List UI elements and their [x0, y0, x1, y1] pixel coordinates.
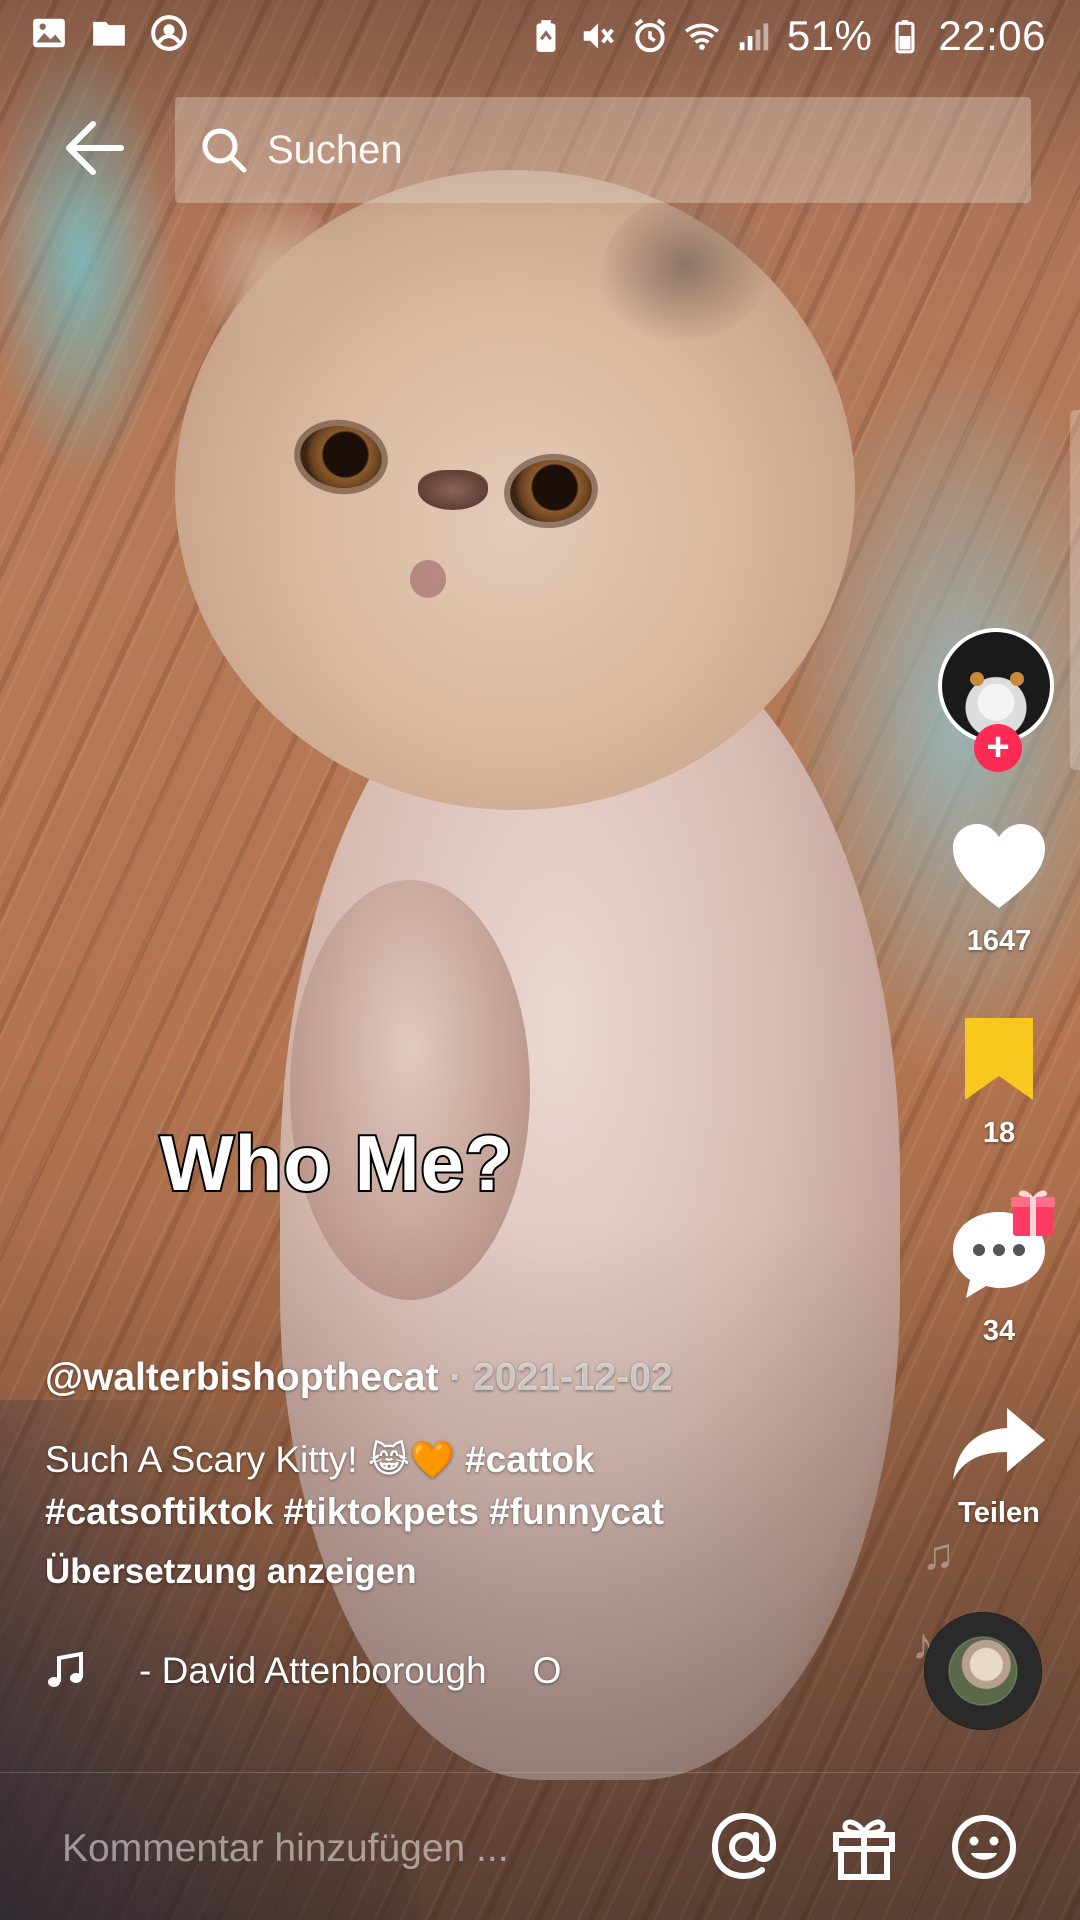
hashtag-link[interactable]: #catsoftiktok — [45, 1491, 273, 1532]
hashtag-link[interactable]: #cattok — [465, 1439, 595, 1480]
music-cover — [950, 1638, 1016, 1704]
share-label: Teilen — [958, 1497, 1040, 1529]
mute-icon — [583, 23, 614, 49]
battery-icon — [895, 20, 915, 54]
signal-icon — [739, 23, 769, 51]
share-icon — [953, 1408, 1045, 1480]
battery-saver-icon — [536, 20, 556, 52]
gift-icon — [1011, 1190, 1055, 1236]
search-icon — [202, 128, 247, 173]
music-note-icon: ♫ — [922, 1530, 955, 1579]
emoji-icon[interactable] — [948, 1811, 1020, 1883]
folder-icon — [93, 21, 125, 46]
arrow-left-icon — [66, 121, 124, 175]
description-emoji: 😹🧡 — [367, 1439, 455, 1480]
cat-nose — [418, 470, 488, 510]
post-description: Such A Scary Kitty! 😹🧡 #cattok #catsofti… — [45, 1434, 745, 1538]
comment-count: 34 — [982, 1315, 1016, 1347]
description-text: Such A Scary Kitty! — [45, 1439, 358, 1480]
bookmark-button[interactable]: 18 — [929, 1016, 1069, 1150]
cat-mouth — [410, 560, 446, 598]
follow-button[interactable]: + — [974, 724, 1022, 772]
search-bar[interactable] — [175, 97, 1031, 203]
search-input[interactable] — [265, 126, 1009, 174]
alarm-icon — [634, 18, 666, 53]
music-disc[interactable] — [924, 1612, 1042, 1730]
music-title-scroll: O — [532, 1650, 562, 1691]
music-title: - David Attenborough — [139, 1650, 487, 1691]
gallery-icon — [33, 18, 65, 48]
mention-icon[interactable] — [708, 1811, 780, 1883]
music-link[interactable]: - David Attenborough O — [45, 1650, 561, 1692]
avatar-eye — [1010, 672, 1024, 686]
edge-panel-handle[interactable] — [1070, 410, 1080, 770]
comment-bar — [0, 1772, 1080, 1920]
separator: · — [449, 1356, 463, 1399]
screen: 51% 22:06 Who Me? + 1647 18 — [0, 0, 1080, 1920]
back-button[interactable] — [58, 112, 130, 184]
status-bar: 51% 22:06 — [0, 0, 1080, 74]
bookmark-count: 18 — [982, 1117, 1016, 1149]
battery-percentage: 51% — [786, 12, 873, 59]
comment-input[interactable] — [60, 1813, 664, 1885]
gift-box-icon[interactable] — [828, 1811, 900, 1883]
music-note-icon — [48, 1651, 83, 1687]
bookmark-icon — [965, 1018, 1033, 1100]
like-button[interactable]: 1647 — [929, 822, 1069, 958]
like-count: 1647 — [966, 925, 1032, 957]
post-date: 2021-12-02 — [473, 1356, 673, 1399]
wifi-icon — [684, 23, 719, 50]
hashtag-link[interactable]: #funnycat — [489, 1491, 664, 1532]
video-caption: Who Me? — [158, 1117, 515, 1209]
account-icon — [151, 15, 187, 51]
clock: 22:06 — [938, 12, 1046, 59]
heart-icon — [953, 824, 1045, 908]
author-username[interactable]: @walterbishopthecat — [45, 1356, 438, 1399]
avatar-eye — [970, 672, 984, 686]
share-button[interactable]: Teilen — [929, 1404, 1069, 1530]
hashtag-link[interactable]: #tiktokpets — [284, 1491, 479, 1532]
translate-link[interactable]: Übersetzung anzeigen — [45, 1552, 416, 1592]
author-line: @walterbishopthecat · 2021-12-02 — [45, 1356, 673, 1400]
